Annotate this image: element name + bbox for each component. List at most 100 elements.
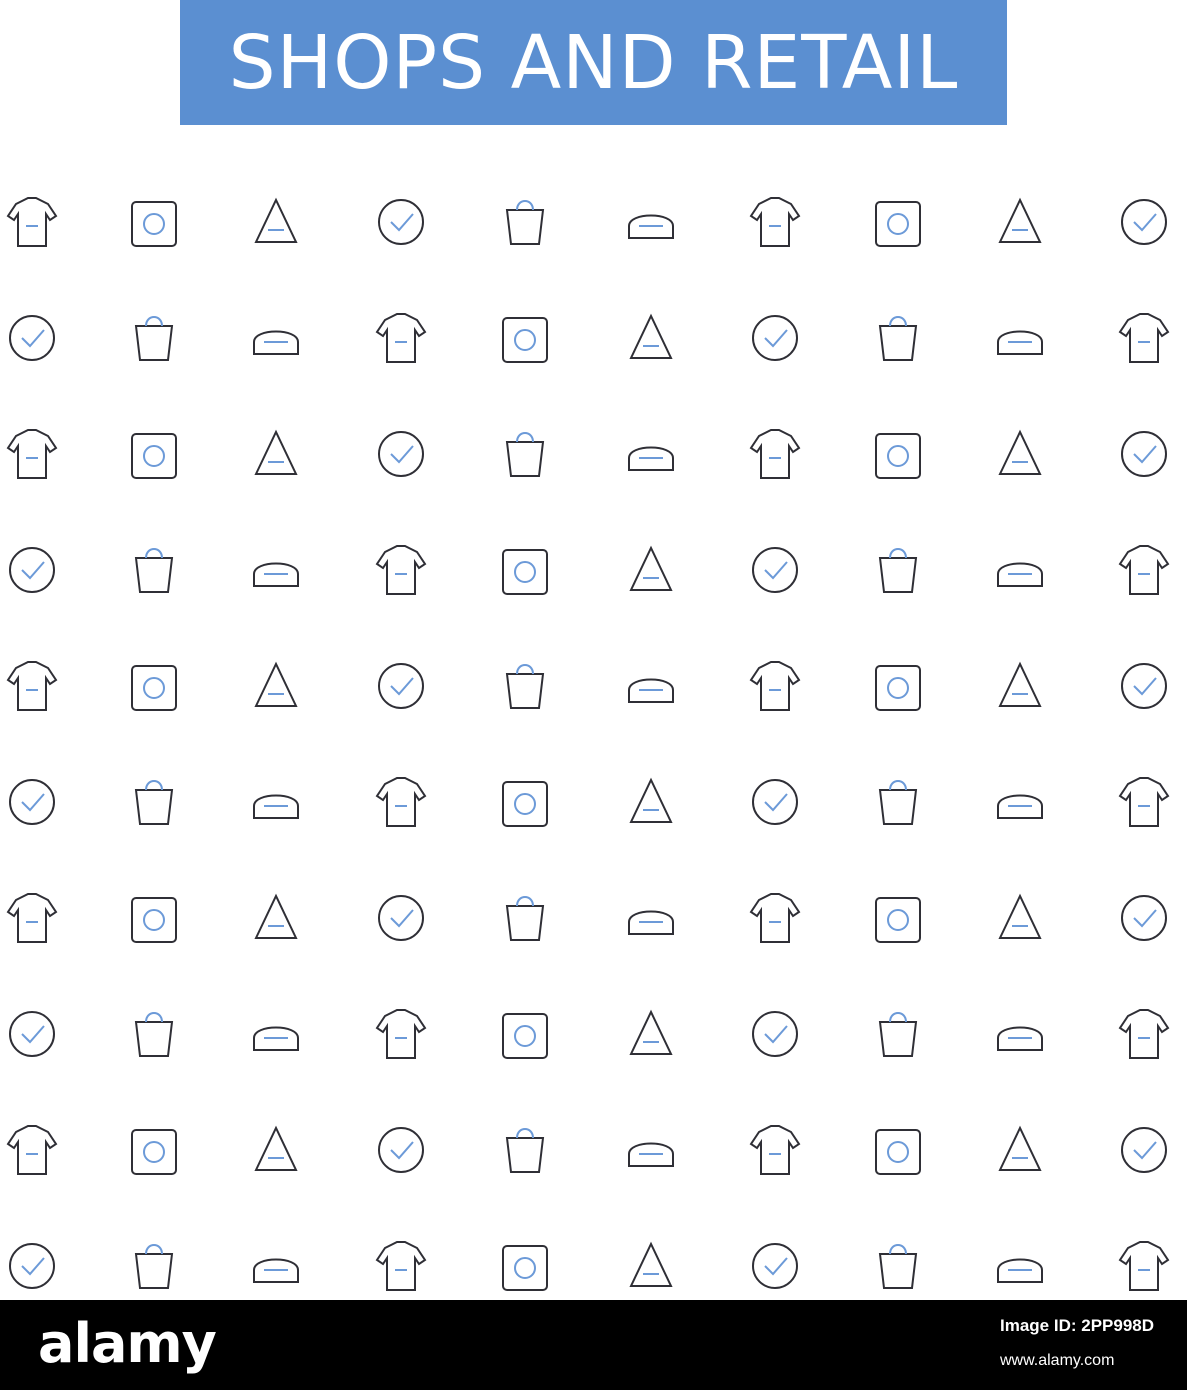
baby-romper-icon-glyph	[749, 429, 801, 479]
new-badge-icon-glyph	[752, 547, 798, 593]
wallet-icon	[853, 525, 943, 615]
sock-icon-glyph	[378, 663, 424, 709]
boxing-gloves-icon	[0, 641, 77, 731]
sleep-mask-icon-glyph	[9, 1243, 55, 1289]
oven-mitts-icon	[606, 1221, 696, 1311]
businessman-icon-glyph	[1118, 1009, 1170, 1059]
hoodie-icon	[480, 293, 570, 383]
card-terminal-icon	[975, 409, 1065, 499]
fedora-icon-glyph	[502, 1013, 548, 1059]
baby-romper-icon	[730, 409, 820, 499]
goggles-icon-glyph	[9, 779, 55, 825]
blazer-icon	[109, 293, 199, 383]
saleswoman-icon-glyph	[998, 893, 1042, 939]
glasses-icon-glyph	[253, 330, 299, 355]
flared-skirt-icon-glyph	[505, 896, 545, 941]
work-gloves-icon-glyph	[998, 1125, 1042, 1171]
fur-coat-icon	[975, 1221, 1065, 1311]
glasses-icon	[231, 293, 321, 383]
a-line-skirt-icon	[231, 989, 321, 1079]
necktie-icon-glyph	[749, 197, 801, 247]
phone-clock-icon	[606, 525, 696, 615]
tall-boots-icon	[231, 757, 321, 847]
rain-boots-icon-glyph	[505, 1128, 545, 1173]
page-title: SHOPS AND RETAIL	[228, 19, 959, 106]
brand-logo: alamy	[38, 1312, 217, 1375]
goggles-icon	[0, 757, 77, 847]
rain-boots-icon	[480, 1105, 570, 1195]
pullover-icon	[0, 873, 77, 963]
cap-icon	[606, 757, 696, 847]
tshirt-icon-glyph	[375, 777, 427, 827]
wedding-couple-icon-glyph	[253, 1258, 299, 1283]
fedora-icon	[480, 989, 570, 1079]
jacket-icon-glyph	[878, 1012, 918, 1057]
courier-box-icon-glyph	[628, 214, 674, 239]
slip-dress-icon	[109, 873, 199, 963]
boot-icon-glyph	[9, 1011, 55, 1057]
belt-buckle-icon	[606, 989, 696, 1079]
detective-icon-glyph	[1118, 1241, 1170, 1291]
gift-box-icon-glyph	[1118, 545, 1170, 595]
vest-icon	[0, 293, 77, 383]
farmer-icon	[730, 1105, 820, 1195]
shirt-icon	[109, 525, 199, 615]
wallet-icon-glyph	[878, 548, 918, 593]
baby-bodysuit-icon	[730, 989, 820, 1079]
polo-sneaker-icon	[109, 757, 199, 847]
pullover-icon-glyph	[6, 893, 58, 943]
suit-briefcase-icon	[231, 1105, 321, 1195]
necktie-icon	[730, 177, 820, 267]
fur-coat-icon-glyph	[997, 1258, 1043, 1283]
blazer-icon-glyph	[134, 316, 174, 361]
wedding-couple-icon	[231, 1221, 321, 1311]
discount-badge-icon	[975, 177, 1065, 267]
saleswoman-icon	[975, 873, 1065, 963]
slip-dress-icon-glyph	[131, 897, 177, 943]
scarf-icon-glyph	[628, 678, 674, 703]
farmer-icon-glyph	[749, 1125, 801, 1175]
airplane-icon	[356, 409, 446, 499]
online-shop-icon-glyph	[997, 330, 1043, 355]
belt-icon-glyph	[254, 429, 298, 475]
a-line-skirt-icon-glyph	[253, 1026, 299, 1051]
christmas-stocking-icon	[730, 1221, 820, 1311]
sneaker-icon-glyph	[254, 661, 298, 707]
swimsuit-icon-glyph	[1121, 199, 1167, 245]
boot-icon	[0, 989, 77, 1079]
running-shoe-icon	[975, 757, 1065, 847]
bandana-icon	[356, 1105, 446, 1195]
mirror-makeup-icon-glyph	[505, 200, 545, 245]
native-headdress-icon	[356, 1221, 446, 1311]
running-shoe-icon-glyph	[997, 794, 1043, 819]
price-tag-icon-glyph	[502, 549, 548, 595]
knit-sweater-icon-glyph	[875, 897, 921, 943]
party-dress-icon-glyph	[375, 1009, 427, 1059]
coins-money-icon	[356, 293, 446, 383]
icon-grid	[0, 160, 1187, 1300]
coat-icon	[853, 757, 943, 847]
winter-mitten-icon	[480, 1221, 570, 1311]
boxing-gloves-icon-glyph	[6, 661, 58, 711]
flared-skirt-icon	[480, 873, 570, 963]
dress-icon-glyph	[998, 661, 1042, 707]
belt-buckle-icon-glyph	[629, 1009, 673, 1055]
sleep-mask-icon	[0, 1221, 77, 1311]
delivery-box-icon-glyph	[875, 433, 921, 479]
trench-coat-icon-glyph	[378, 895, 424, 941]
new-badge-icon	[730, 525, 820, 615]
gift-box-icon	[1099, 525, 1187, 615]
error-404-icon	[480, 409, 570, 499]
boots-icon-glyph	[629, 313, 673, 359]
baby-bodysuit-icon-glyph	[752, 1011, 798, 1057]
apron-icon-glyph	[875, 1129, 921, 1175]
site-url: www.alamy.com	[1000, 1352, 1115, 1369]
scarf-icon	[606, 641, 696, 731]
native-headdress-icon-glyph	[375, 1241, 427, 1291]
trench-coat-icon	[356, 873, 446, 963]
shopper-woman-icon	[1099, 1105, 1187, 1195]
ties-hanger-icon	[975, 989, 1065, 1079]
handbag-icon	[730, 757, 820, 847]
socks-icon	[231, 873, 321, 963]
snowflake-sweater-icon-glyph	[1121, 663, 1167, 709]
